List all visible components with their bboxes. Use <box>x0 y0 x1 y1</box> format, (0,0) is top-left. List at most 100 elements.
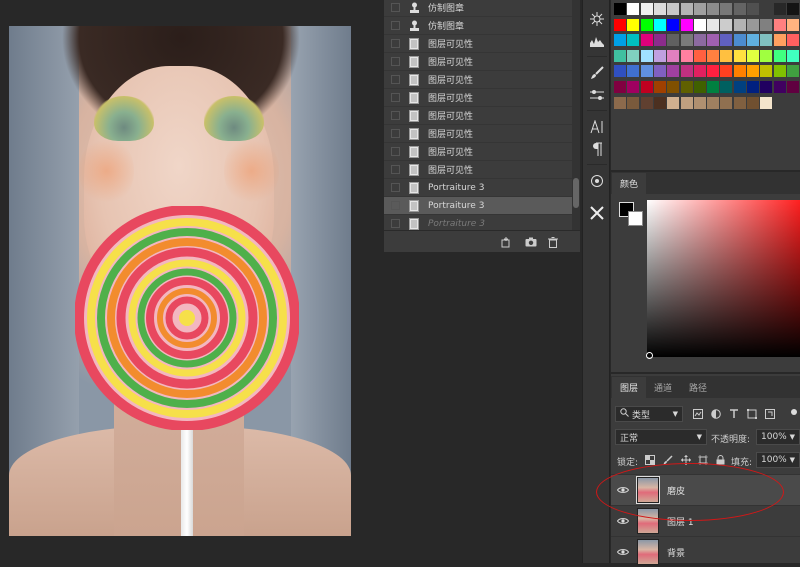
history-source-checkbox[interactable] <box>384 161 406 179</box>
color-swatch[interactable] <box>773 18 786 31</box>
color-swatch[interactable] <box>614 96 626 109</box>
color-swatch[interactable] <box>707 18 720 31</box>
history-item[interactable]: 图层可见性 <box>384 35 572 53</box>
color-swatch[interactable] <box>640 49 653 62</box>
color-swatch[interactable] <box>667 18 680 31</box>
history-scrollbar-thumb[interactable] <box>573 178 579 208</box>
color-swatch[interactable] <box>760 81 773 93</box>
color-swatch[interactable] <box>733 34 746 47</box>
tools-icon[interactable] <box>586 202 608 224</box>
trash-icon[interactable] <box>546 235 560 249</box>
color-swatch[interactable] <box>667 34 680 47</box>
color-swatch[interactable] <box>720 3 733 15</box>
history-source-checkbox[interactable] <box>384 125 406 143</box>
brush-settings-icon[interactable] <box>586 8 608 30</box>
color-swatch[interactable] <box>733 3 746 15</box>
portrait-photo[interactable] <box>9 26 351 536</box>
color-swatch[interactable] <box>786 49 799 62</box>
color-swatch[interactable] <box>773 81 786 93</box>
color-swatch[interactable] <box>720 49 733 62</box>
color-swatch[interactable] <box>733 49 746 62</box>
history-item[interactable]: 图层可见性 <box>384 143 572 161</box>
color-swatch[interactable] <box>653 3 666 15</box>
color-swatch[interactable] <box>707 49 720 62</box>
color-swatch[interactable] <box>627 3 640 15</box>
color-swatch[interactable] <box>693 49 706 62</box>
color-swatch[interactable] <box>680 65 693 78</box>
history-source-checkbox[interactable] <box>384 89 406 107</box>
color-swatch[interactable] <box>707 96 720 109</box>
color-swatch[interactable] <box>733 81 746 93</box>
character-icon[interactable] <box>586 116 608 138</box>
blend-mode-select[interactable]: 正常 ▼ <box>615 429 707 445</box>
color-swatch[interactable] <box>640 3 653 15</box>
color-swatch[interactable] <box>760 18 773 31</box>
color-swatch[interactable] <box>786 18 799 31</box>
tab-color[interactable]: 颜色 <box>612 173 646 194</box>
color-swatch[interactable] <box>747 3 759 15</box>
color-swatch[interactable] <box>627 96 640 109</box>
color-swatch[interactable] <box>680 34 693 47</box>
histogram-icon[interactable] <box>586 30 608 52</box>
fill-input[interactable]: 100% ▼ <box>756 452 800 468</box>
color-swatch[interactable] <box>760 3 773 15</box>
color-swatch[interactable] <box>667 96 680 109</box>
color-swatch[interactable] <box>693 81 706 93</box>
color-swatch[interactable] <box>747 65 759 78</box>
color-swatch[interactable] <box>627 18 640 31</box>
history-source-checkbox[interactable] <box>384 71 406 89</box>
color-swatch[interactable] <box>786 3 799 15</box>
color-swatch[interactable] <box>693 18 706 31</box>
color-swatch[interactable] <box>653 96 666 109</box>
camera-icon[interactable] <box>524 235 538 249</box>
adjustments-icon[interactable] <box>586 84 608 106</box>
filter-toggle-icon[interactable] <box>788 407 800 419</box>
color-swatch[interactable] <box>760 49 773 62</box>
eye-icon[interactable] <box>611 548 635 556</box>
filter-smart-object-icon[interactable] <box>764 408 776 420</box>
layer-filter-select[interactable]: 类型 ▼ <box>615 406 683 422</box>
color-swatch[interactable] <box>707 34 720 47</box>
paragraph-icon[interactable] <box>586 138 608 160</box>
color-swatch[interactable] <box>786 34 799 47</box>
history-source-checkbox[interactable] <box>384 197 406 215</box>
color-swatch[interactable] <box>653 81 666 93</box>
background-color-swatch[interactable] <box>628 211 643 226</box>
color-swatch[interactable] <box>760 96 773 109</box>
color-swatch[interactable] <box>614 3 626 15</box>
history-source-checkbox[interactable] <box>384 35 406 53</box>
color-swatch[interactable] <box>653 34 666 47</box>
history-item[interactable]: 仿制图章 <box>384 17 572 35</box>
layer-row[interactable]: 背景 <box>611 536 800 567</box>
filter-pixel-icon[interactable] <box>692 408 704 420</box>
color-swatch[interactable] <box>640 81 653 93</box>
color-swatch[interactable] <box>680 3 693 15</box>
new-document-from-state-icon[interactable] <box>499 235 513 249</box>
color-swatch[interactable] <box>640 18 653 31</box>
color-swatch[interactable] <box>614 18 626 31</box>
color-swatch[interactable] <box>653 18 666 31</box>
color-swatch[interactable] <box>786 65 799 78</box>
color-swatch[interactable] <box>786 81 799 93</box>
color-picker-field[interactable] <box>647 200 800 357</box>
color-swatch[interactable] <box>693 34 706 47</box>
color-swatch[interactable] <box>720 96 733 109</box>
color-swatch[interactable] <box>747 96 759 109</box>
color-swatch[interactable] <box>707 3 720 15</box>
color-swatch[interactable] <box>640 96 653 109</box>
filter-type-icon[interactable] <box>728 408 740 420</box>
color-swatch[interactable] <box>640 65 653 78</box>
color-swatch[interactable] <box>693 96 706 109</box>
history-item[interactable]: 图层可见性 <box>384 71 572 89</box>
color-swatch[interactable] <box>693 3 706 15</box>
filter-shape-icon[interactable] <box>746 408 758 420</box>
color-swatch[interactable] <box>720 34 733 47</box>
color-swatch[interactable] <box>640 34 653 47</box>
color-swatch[interactable] <box>614 65 626 78</box>
color-swatch[interactable] <box>773 49 786 62</box>
color-swatch[interactable] <box>747 34 759 47</box>
tab-paths[interactable]: 路径 <box>681 377 715 398</box>
color-swatch[interactable] <box>773 3 786 15</box>
tab-channels[interactable]: 通道 <box>646 377 680 398</box>
color-swatch[interactable] <box>667 65 680 78</box>
